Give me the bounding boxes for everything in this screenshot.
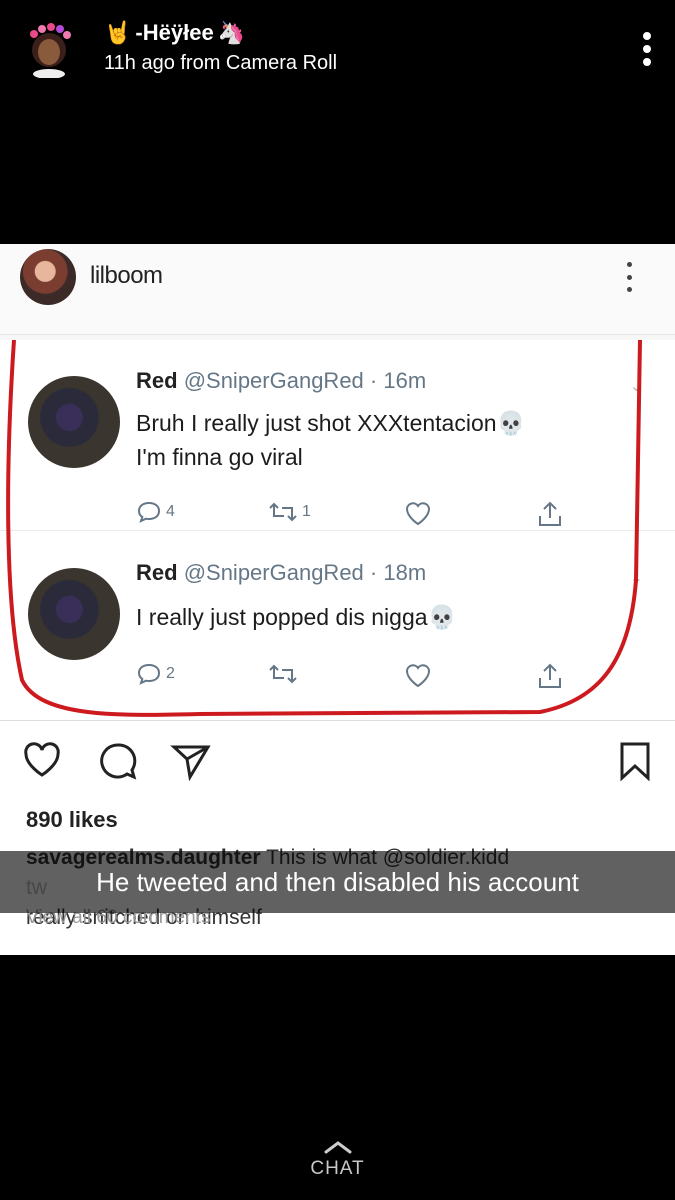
tweet-time: · 18m bbox=[369, 560, 427, 585]
username-text: -Hëÿłee bbox=[135, 20, 214, 45]
skull-emoji: 💀 bbox=[427, 604, 457, 630]
skull-emoji: 💀 bbox=[496, 410, 526, 436]
snap-caption: He tweeted and then disabled his account bbox=[0, 851, 675, 913]
reply-count: 4 bbox=[166, 503, 175, 520]
chevron-down-icon: ⌄ bbox=[629, 570, 643, 587]
tweet-line: Bruh I really just shot XXXtentacion bbox=[136, 410, 497, 436]
retweet-icon: 1 bbox=[268, 500, 311, 524]
rock-hand-emoji: 🤘 bbox=[104, 20, 132, 45]
like-count: 890 likes bbox=[26, 807, 118, 832]
comment-icon bbox=[100, 743, 137, 780]
bitmoji-avatar[interactable] bbox=[22, 20, 76, 78]
tweet-text: I really just popped dis nigga💀 bbox=[136, 600, 456, 634]
embedded-tweets: Red @SniperGangRed · 16m ⌄ Bruh I really… bbox=[0, 340, 675, 721]
reply-icon: 2 bbox=[136, 662, 175, 686]
reply-icon: 4 bbox=[136, 500, 175, 524]
tweet-text: Bruh I really just shot XXXtentacion💀 I'… bbox=[136, 406, 525, 474]
ig-more-icon bbox=[627, 262, 633, 292]
tweet-header: Red @SniperGangRed · 16m bbox=[136, 368, 426, 394]
chevron-down-icon: ⌄ bbox=[629, 378, 643, 395]
tweet-actions: 2 bbox=[136, 662, 576, 692]
tweet-actions: 4 1 bbox=[136, 500, 576, 530]
reply-count: 2 bbox=[166, 665, 175, 682]
ig-username: lilboom bbox=[90, 262, 163, 289]
send-icon bbox=[170, 745, 211, 781]
ig-action-bar bbox=[22, 741, 652, 785]
chat-label: CHAT bbox=[310, 1158, 365, 1179]
tweet-name: Red bbox=[136, 560, 178, 585]
tweet-line: I'm finna go viral bbox=[136, 444, 303, 470]
bookmark-icon bbox=[620, 742, 650, 781]
shared-screenshot: lilboom Red @SniperGangRed · 16m ⌄ Bruh … bbox=[0, 244, 675, 955]
share-icon bbox=[536, 662, 564, 690]
tweet: Red @SniperGangRed · 16m ⌄ Bruh I really… bbox=[0, 340, 675, 531]
tweet-avatar bbox=[28, 376, 120, 468]
ig-post-header: lilboom bbox=[0, 244, 675, 335]
tweet-handle: @SniperGangRed bbox=[183, 560, 364, 585]
tweet-handle: @SniperGangRed bbox=[183, 368, 364, 393]
story-username[interactable]: 🤘 -Hëÿłee 🦄 bbox=[104, 20, 245, 46]
heart-icon bbox=[404, 662, 432, 688]
heart-icon bbox=[24, 742, 60, 777]
chat-button[interactable]: CHAT bbox=[0, 1140, 675, 1190]
retweet-icon bbox=[268, 662, 298, 686]
heart-icon bbox=[404, 500, 432, 526]
ig-post-footer: 890 likes savagerealms.daughter This is … bbox=[0, 720, 675, 955]
tweet-line: I really just popped dis nigga bbox=[136, 604, 428, 630]
tweet-avatar bbox=[28, 568, 120, 660]
chevron-up-icon bbox=[324, 1141, 351, 1154]
story-timestamp: 11h ago from Camera Roll bbox=[104, 52, 338, 74]
unicorn-emoji: 🦄 bbox=[217, 20, 246, 45]
story-header: 🤘 -Hëÿłee 🦄 11h ago from Camera Roll bbox=[0, 0, 675, 100]
tweet-name: Red bbox=[136, 368, 178, 393]
retweet-count: 1 bbox=[302, 503, 311, 520]
ig-avatar bbox=[20, 249, 76, 305]
share-icon bbox=[536, 500, 564, 528]
tweet-time: · 16m bbox=[369, 368, 427, 393]
tweet-header: Red @SniperGangRed · 18m bbox=[136, 560, 426, 586]
more-options-icon[interactable] bbox=[641, 32, 653, 66]
tweet: Red @SniperGangRed · 18m ⌄ I really just… bbox=[0, 530, 675, 721]
